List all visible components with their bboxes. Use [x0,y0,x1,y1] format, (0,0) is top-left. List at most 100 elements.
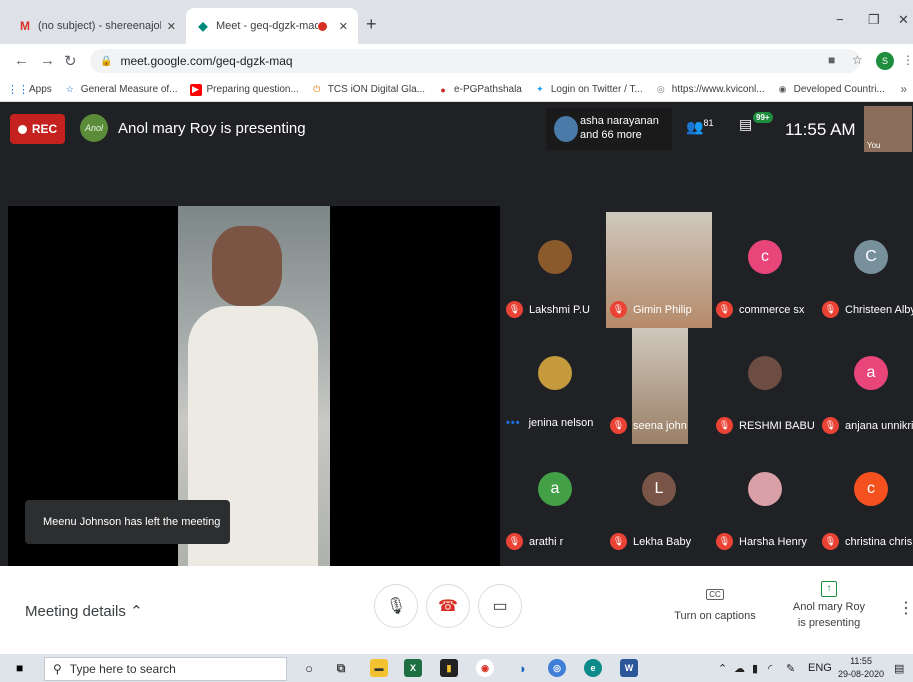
participant-label: 🎙 Lekha Baby [610,533,691,550]
bookmark-item[interactable]: ◉ Developed Countri... [777,84,885,96]
url-field[interactable]: 🔒 meet.google.com/geq-dgzk-maq [90,49,860,73]
participants-preview[interactable]: asha narayanan and 66 more [546,108,672,150]
present-status-button[interactable]: ↑ Anol mary Roy is presenting [790,580,868,631]
meeting-details-button[interactable]: Meeting details ⌃ [25,602,143,620]
language-indicator[interactable]: ENG [808,662,832,674]
participants-summary: asha narayanan and 66 more [580,115,659,141]
participant-tile[interactable]: c 🎙 christina chris [818,444,913,560]
people-button[interactable]: 👥81 [686,118,713,136]
participant-name: RESHMI BABU [739,419,815,432]
reload-button[interactable]: ↻ [64,52,77,70]
camera-button[interactable]: ▭ [478,584,522,628]
participant-tile[interactable]: 🎙 seena john [610,328,688,444]
tcs-icon: ⏻ [313,84,321,94]
forward-button[interactable]: → [40,52,55,69]
muted-mic-icon: 🎙 [716,301,733,318]
wifi-icon[interactable]: ◜ [768,662,772,675]
bookmark-label: Apps [29,84,52,95]
bookmark-label: https://www.kviconl... [671,84,765,95]
close-window-button[interactable]: ✕ [898,12,909,28]
tab-meet[interactable]: ◆ Meet - geq-dgzk-maq ✕ [186,8,358,44]
participant-tile[interactable]: 🎙 Gimin Philip [606,212,712,328]
meeting-details-label: Meeting details [25,603,126,620]
notifications-icon[interactable]: ▤ [894,662,904,675]
new-tab-button[interactable]: + [366,14,377,35]
muted-mic-icon: 🎙 [506,533,523,550]
tray-overflow-icon[interactable]: ⌃ [718,662,727,675]
hang-up-icon: ☎ [438,598,458,615]
close-tab-icon[interactable]: ✕ [339,20,348,33]
avatar [748,472,782,506]
edge-icon[interactable]: e [584,659,602,677]
word-icon[interactable]: W [620,659,638,677]
bookmark-label: Developed Countri... [793,84,885,95]
captions-label: Turn on captions [674,610,756,622]
camera-icon[interactable]: ■ [828,53,835,67]
task-view-icon[interactable]: ⧉ [332,659,350,677]
file-explorer-icon[interactable]: ▬ [370,659,388,677]
app-icon[interactable]: ◗ [514,659,532,677]
taskbar-search[interactable]: ⚲ Type here to search [44,657,287,681]
browser-tab-bar: M (no subject) - shereenajohn@stu ✕ ◆ Me… [0,0,913,44]
bookmark-item[interactable]: ⋮⋮ Apps [7,84,52,96]
battery-icon[interactable]: ▮ [752,662,758,675]
meeting-info-bar: asha narayanan and 66 more 👥81 ▤ 99+ 11:… [546,102,913,156]
bookmarks-overflow-icon[interactable]: » [900,82,907,96]
bookmark-item[interactable]: ☆ General Measure of... [64,84,178,96]
sticky-app-icon[interactable]: ▮ [440,659,458,677]
bookmark-item[interactable]: ⏻ TCS iON Digital Gla... [311,84,425,96]
profile-avatar[interactable]: S [876,52,894,70]
cloud-icon[interactable]: ☁ [734,662,745,675]
participant-tile[interactable]: 🎙 Harsha Henry [712,444,818,560]
pen-icon[interactable]: ✎ [786,662,795,675]
avatar [538,356,572,390]
participant-tile[interactable]: 🎙 Lakshmi P.U [502,212,608,328]
participant-tile[interactable]: C 🎙 Christeen Alby [818,212,913,328]
participant-name: Gimin Philip [633,303,692,316]
chat-badge: 99+ [753,112,773,123]
bookmark-label: TCS iON Digital Gla... [327,84,426,95]
microphone-button[interactable]: 🎙 [374,584,418,628]
participant-label: 🎙 arathi r [506,533,563,550]
muted-mic-icon: 🎙 [610,417,627,434]
muted-mic-icon: 🎙 [716,417,733,434]
taskbar-clock[interactable]: 11:55 29-08-2020 [838,655,884,681]
bookmark-item[interactable]: ◎ https://www.kviconl... [655,84,765,96]
participant-tile[interactable]: c 🎙 commerce sx [712,212,818,328]
muted-mic-icon: 🎙 [716,533,733,550]
screen: M (no subject) - shereenajohn@stu ✕ ◆ Me… [0,0,913,682]
clock-date: 29-08-2020 [838,669,885,679]
chrome-icon[interactable]: ◉ [476,659,494,677]
participant-tile[interactable]: a 🎙 anjana unnikrishnan [818,328,913,444]
video-camera-icon: ▭ [492,598,508,615]
participant-label: 🎙 Lakshmi P.U [506,301,590,318]
more-options-button[interactable]: ⋮ [898,598,913,618]
chat-button[interactable]: ▤ [739,116,752,133]
bookmark-item[interactable]: ✦ Login on Twitter / T... [534,84,643,96]
restore-button[interactable]: ❐ [868,12,880,28]
participant-tile[interactable]: 🎙 RESHMI BABU [712,328,818,444]
address-bar-row: ← → ↻ 🔒 meet.google.com/geq-dgzk-maq ■ ☆… [0,44,913,78]
rec-dot-icon [17,124,27,134]
excel-icon[interactable]: X [404,659,422,677]
participant-tile[interactable]: a 🎙 arathi r [502,444,608,560]
bookmark-item[interactable]: ▶ Preparing question... [189,83,299,96]
tab-gmail[interactable]: M (no subject) - shereenajohn@stu ✕ [8,8,186,44]
participant-tile[interactable]: ••• jenina nelson [502,328,608,444]
self-view[interactable]: You [864,106,912,152]
bookmark-item[interactable]: ● e-PGPathshala [437,84,522,96]
participant-label: 🎙 Gimin Philip [610,301,692,318]
windows-start-icon[interactable]: ■ [16,661,23,675]
globe-app-icon[interactable]: ◎ [548,659,566,677]
captions-button[interactable]: CC Turn on captions [672,588,758,622]
participant-tile[interactable]: L 🎙 Lekha Baby [606,444,712,560]
person-head [212,226,282,306]
search-placeholder: Type here to search [69,662,176,676]
chrome-menu-icon[interactable]: ⋮ [902,53,913,67]
leave-call-button[interactable]: ☎ [426,584,470,628]
minimize-button[interactable]: − [836,12,844,27]
close-tab-icon[interactable]: ✕ [167,20,176,33]
bookmark-star-icon[interactable]: ☆ [852,53,863,67]
cortana-icon[interactable]: ○ [300,659,318,677]
back-button[interactable]: ← [14,52,29,69]
